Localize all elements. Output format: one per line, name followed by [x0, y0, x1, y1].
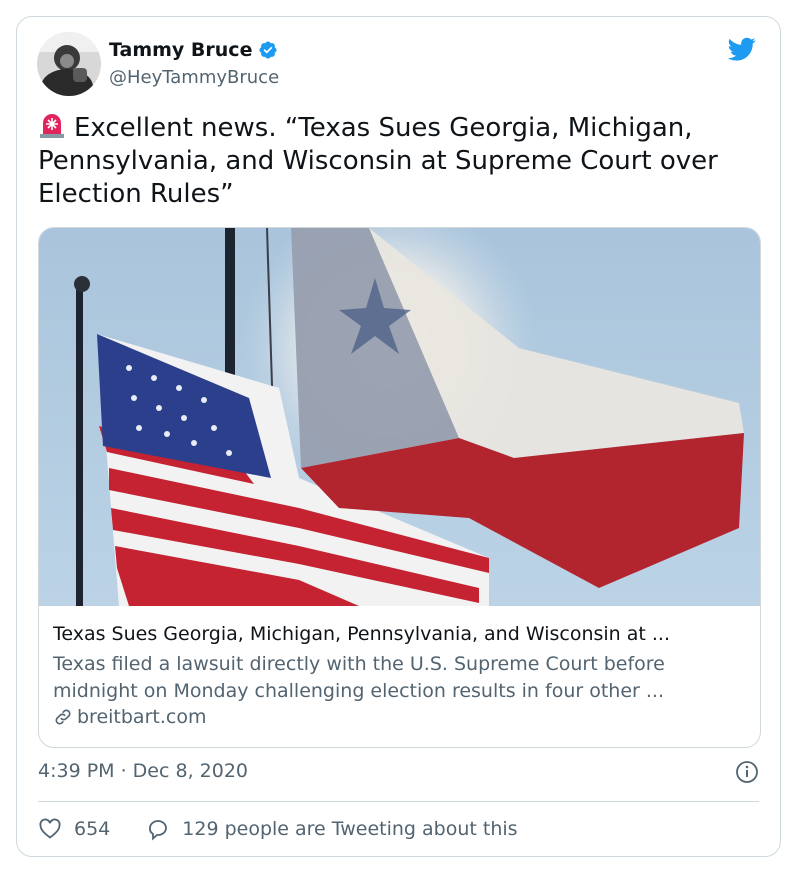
action-bar: 654 129 people are Tweeting about this: [38, 817, 518, 841]
twitter-bird-icon[interactable]: [726, 35, 758, 63]
author-handle[interactable]: @HeyTammyBruce: [109, 67, 279, 88]
reply-bubble-icon: [149, 820, 168, 841]
tweet-timestamp[interactable]: 4:39 PM · Dec 8, 2020: [38, 760, 248, 782]
rotating-light-emoji-icon: [40, 114, 64, 138]
divider: [38, 801, 759, 802]
link-preview-image: [39, 228, 760, 606]
link-card-domain-row[interactable]: breitbart.com: [53, 706, 206, 728]
link-icon: [55, 709, 71, 725]
like-count: 654: [74, 818, 111, 840]
avatar[interactable]: [37, 32, 101, 96]
link-card-description: Texas filed a lawsuit directly with the …: [53, 653, 665, 702]
like-button[interactable]: 654: [38, 817, 110, 841]
tweet-card: Tammy Bruce @HeyTammyBruce Excellent new…: [16, 16, 781, 857]
link-card-domain: breitbart.com: [77, 706, 207, 728]
tweet-body: Excellent news. “Texas Sues Georgia, Mic…: [38, 111, 758, 211]
link-preview-card[interactable]: Texas Sues Georgia, Michigan, Pennsylvan…: [38, 227, 761, 748]
author-name-row[interactable]: Tammy Bruce: [109, 39, 278, 61]
info-icon[interactable]: [735, 760, 759, 784]
conversation-text: 129 people are Tweeting about this: [182, 818, 518, 840]
tweet-text: Excellent news. “Texas Sues Georgia, Mic…: [38, 113, 718, 209]
verified-badge-icon: [259, 41, 278, 59]
heart-icon: [39, 818, 61, 839]
link-card-title[interactable]: Texas Sues Georgia, Michigan, Pennsylvan…: [53, 623, 743, 645]
conversation-button[interactable]: 129 people are Tweeting about this: [146, 817, 518, 841]
author-name[interactable]: Tammy Bruce: [109, 39, 252, 61]
